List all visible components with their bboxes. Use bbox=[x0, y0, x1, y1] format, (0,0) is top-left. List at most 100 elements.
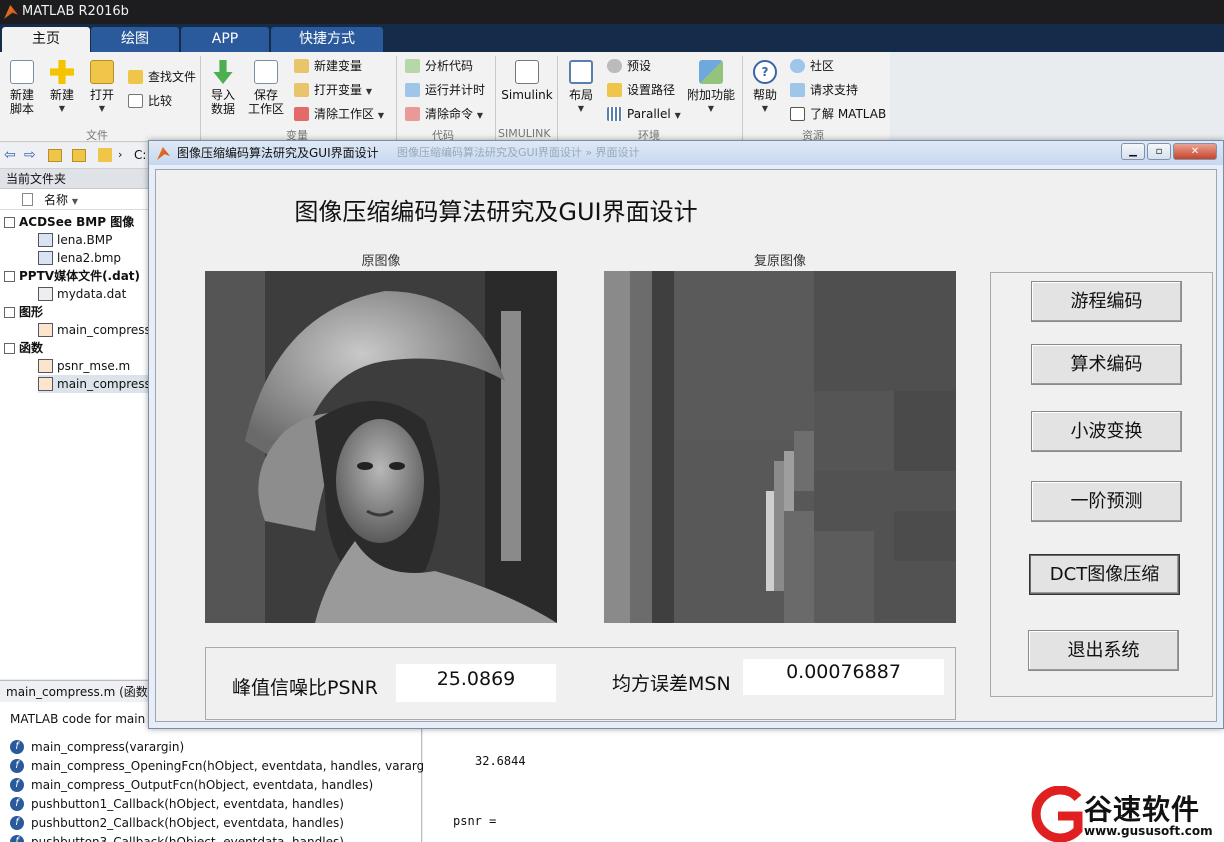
watermark-logo-icon bbox=[1031, 786, 1083, 842]
psnr-value-field: 25.0869 bbox=[396, 664, 556, 702]
layout-icon bbox=[569, 60, 593, 84]
current-folder-list[interactable]: 名称 ▼ ACDSee BMP 图像 lena.BMP lena2.bmp PP… bbox=[0, 189, 151, 679]
new-script-icon bbox=[10, 60, 34, 84]
original-image-label: 原图像 bbox=[361, 254, 401, 269]
file-item-selected[interactable]: main_compress bbox=[38, 375, 151, 393]
dct-compression-button[interactable]: DCT图像压缩 bbox=[1029, 554, 1180, 595]
folder-icon bbox=[98, 148, 112, 162]
learn-matlab-button[interactable]: 了解 MATLAB bbox=[790, 105, 886, 123]
dat-file-icon bbox=[38, 287, 53, 301]
command-output-prompt: psnr = bbox=[453, 814, 497, 828]
wavelet-transform-button[interactable]: 小波变换 bbox=[1031, 411, 1182, 452]
compare-icon bbox=[128, 94, 143, 108]
clear-commands-icon bbox=[405, 107, 420, 121]
tab-shortcuts[interactable]: 快捷方式 bbox=[271, 27, 383, 52]
function-item[interactable]: main_compress(varargin) bbox=[10, 738, 184, 756]
set-path-button[interactable]: 设置路径 bbox=[607, 81, 675, 99]
file-item[interactable]: psnr_mse.m bbox=[38, 357, 130, 375]
simulink-button[interactable]: Simulink bbox=[500, 56, 554, 102]
sort-down-icon: ▼ bbox=[71, 197, 78, 206]
analyze-code-button[interactable]: 分析代码 bbox=[405, 57, 473, 75]
group-label-simulink: SIMULINK bbox=[498, 127, 551, 140]
compare-button[interactable]: 比较 bbox=[128, 92, 172, 110]
community-icon bbox=[790, 59, 805, 73]
psnr-label: 峰值信噪比PSNR bbox=[232, 677, 378, 699]
help-button[interactable]: ? 帮助 ▼ bbox=[748, 56, 782, 116]
file-type-icon bbox=[22, 193, 33, 206]
analyze-code-icon bbox=[405, 59, 420, 73]
tab-apps[interactable]: APP bbox=[181, 27, 269, 52]
clear-workspace-button[interactable]: 清除工作区 ▼ bbox=[294, 105, 384, 123]
help-icon: ? bbox=[753, 60, 777, 84]
app-title: MATLAB R2016b bbox=[22, 4, 129, 19]
mse-label: 均方误差MSN bbox=[612, 673, 731, 695]
function-item[interactable]: pushbutton2_Callback(hObject, eventdata,… bbox=[10, 814, 344, 832]
restored-image bbox=[604, 271, 956, 623]
community-button[interactable]: 社区 bbox=[790, 57, 834, 75]
new-variable-button[interactable]: 新建变量 bbox=[294, 57, 362, 75]
watermark: 谷速软件 www.gususoft.com bbox=[1026, 786, 1224, 842]
file-item[interactable]: lena.BMP bbox=[38, 231, 112, 249]
layout-button[interactable]: 布局 ▼ bbox=[562, 56, 600, 116]
current-folder-title: 当前文件夹 bbox=[0, 169, 150, 189]
gui-figure-window: 图像压缩编码算法研究及GUI界面设计 图像压缩编码算法研究及GUI界面设计 » … bbox=[148, 140, 1224, 729]
run-length-coding-button[interactable]: 游程编码 bbox=[1031, 281, 1182, 322]
find-files-button[interactable]: 查找文件 bbox=[128, 68, 196, 86]
function-item[interactable]: main_compress_OutputFcn(hObject, eventda… bbox=[10, 776, 373, 794]
gui-content-area: 图像压缩编码算法研究及GUI界面设计 原图像 复原图像 游程编码 算术编码 小波… bbox=[155, 169, 1217, 722]
address-bar: ⇦ ⇨ › C: bbox=[0, 143, 150, 169]
import-data-button[interactable]: 导入 数据 bbox=[204, 56, 242, 116]
group-bmp[interactable]: ACDSee BMP 图像 bbox=[4, 213, 134, 231]
column-header-name[interactable]: 名称 ▼ bbox=[0, 190, 150, 210]
group-functions[interactable]: 函数 bbox=[4, 339, 43, 357]
plus-icon bbox=[50, 60, 74, 84]
path-drive[interactable]: C: bbox=[134, 148, 146, 162]
back-arrow-icon[interactable]: ⇦ bbox=[4, 147, 16, 163]
exit-system-button[interactable]: 退出系统 bbox=[1028, 630, 1179, 671]
preferences-button[interactable]: 预设 bbox=[607, 57, 651, 75]
metrics-panel: 峰值信噪比PSNR 25.0869 均方误差MSN 0.00076887 bbox=[205, 647, 956, 720]
gear-icon bbox=[607, 59, 622, 73]
support-icon bbox=[790, 83, 805, 97]
new-script-button[interactable]: 新建 脚本 bbox=[4, 56, 40, 116]
run-and-time-button[interactable]: 运行并计时 bbox=[405, 81, 485, 99]
file-item[interactable]: main_compress bbox=[38, 321, 151, 339]
function-item[interactable]: main_compress_OpeningFcn(hObject, eventd… bbox=[10, 757, 436, 775]
file-item[interactable]: mydata.dat bbox=[38, 285, 126, 303]
open-variable-button[interactable]: 打开变量 ▼ bbox=[294, 81, 372, 99]
save-workspace-icon bbox=[254, 60, 278, 84]
parallel-button[interactable]: Parallel ▼ bbox=[607, 105, 681, 123]
arithmetic-coding-button[interactable]: 算术编码 bbox=[1031, 344, 1182, 385]
file-item[interactable]: lena2.bmp bbox=[38, 249, 121, 267]
maximize-button[interactable]: ▫ bbox=[1147, 143, 1171, 160]
save-workspace-button[interactable]: 保存 工作区 bbox=[246, 56, 286, 116]
addons-button[interactable]: 附加功能 ▼ bbox=[686, 56, 736, 116]
original-image bbox=[205, 271, 557, 623]
clear-commands-button[interactable]: 清除命令 ▼ bbox=[405, 105, 483, 123]
new-button[interactable]: 新建 ▼ bbox=[44, 56, 80, 116]
browse-folder-icon[interactable] bbox=[72, 149, 86, 162]
up-folder-icon[interactable] bbox=[48, 149, 62, 162]
restored-image-axes bbox=[604, 271, 956, 623]
gui-heading: 图像压缩编码算法研究及GUI界面设计 bbox=[294, 198, 698, 226]
minimize-button[interactable]: ▁ bbox=[1121, 143, 1145, 160]
folder-icon bbox=[90, 60, 114, 84]
ribbon-empty-area bbox=[890, 52, 1224, 142]
ribbon-tab-strip: 主页 绘图 APP 快捷方式 bbox=[0, 24, 1224, 52]
tab-home[interactable]: 主页 bbox=[2, 27, 90, 52]
function-item[interactable]: pushbutton1_Callback(hObject, eventdata,… bbox=[10, 795, 344, 813]
forward-arrow-icon[interactable]: ⇨ bbox=[24, 147, 36, 163]
app-title-bar: MATLAB R2016b bbox=[0, 0, 1224, 24]
request-support-button[interactable]: 请求支持 bbox=[790, 81, 858, 99]
group-dat[interactable]: PPTV媒体文件(.dat) bbox=[4, 267, 140, 285]
function-item[interactable]: pushbutton3_Callback(hObject, eventdata,… bbox=[10, 833, 344, 842]
first-order-prediction-button[interactable]: 一阶预测 bbox=[1031, 481, 1182, 522]
group-figures[interactable]: 图形 bbox=[4, 303, 43, 321]
open-button[interactable]: 打开 ▼ bbox=[84, 56, 120, 116]
find-files-icon bbox=[128, 70, 143, 84]
details-header: main_compress.m (函数 bbox=[0, 680, 150, 702]
close-button[interactable]: ✕ bbox=[1173, 143, 1217, 160]
tab-plots[interactable]: 绘图 bbox=[91, 27, 179, 52]
set-path-icon bbox=[607, 83, 622, 97]
matlab-window-icon bbox=[157, 147, 170, 160]
